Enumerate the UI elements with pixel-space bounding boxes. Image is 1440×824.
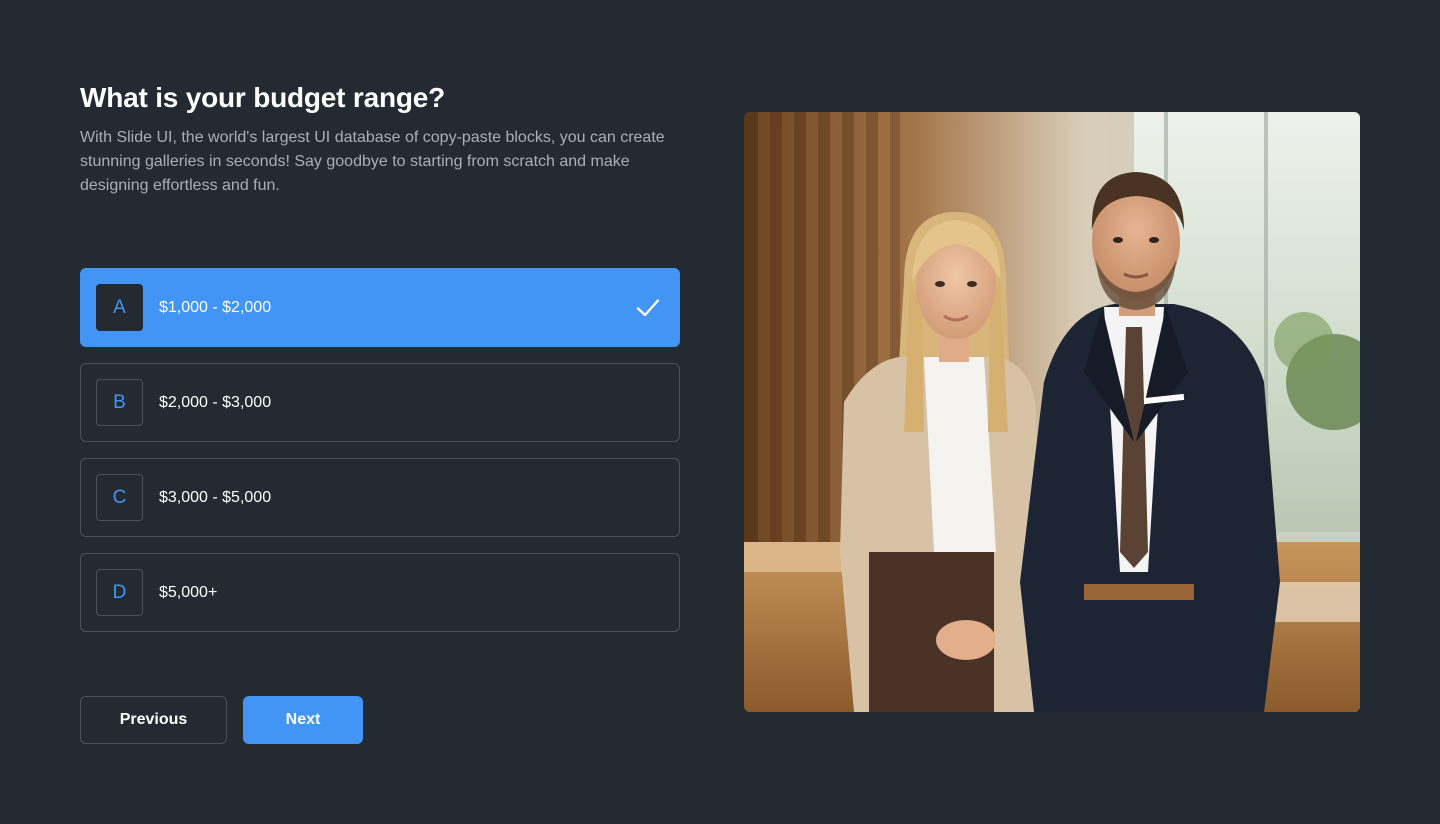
question-title: What is your budget range? bbox=[80, 82, 446, 113]
next-button[interactable]: Next bbox=[243, 696, 363, 744]
options-list: A $1,000 - $2,000 B $2,000 - $3,000 C $3… bbox=[80, 268, 680, 648]
checkmark-icon bbox=[636, 299, 660, 317]
option-letter-badge: B bbox=[96, 379, 143, 426]
option-b[interactable]: B $2,000 - $3,000 bbox=[80, 363, 680, 442]
option-label: $5,000+ bbox=[159, 583, 218, 601]
previous-button[interactable]: Previous bbox=[80, 696, 227, 744]
question-description: With Slide UI, the world's largest UI da… bbox=[80, 129, 665, 194]
option-letter-badge: C bbox=[96, 474, 143, 521]
option-c[interactable]: C $3,000 - $5,000 bbox=[80, 458, 680, 537]
option-label: $3,000 - $5,000 bbox=[159, 488, 272, 506]
option-d[interactable]: D $5,000+ bbox=[80, 553, 680, 632]
option-letter-badge: D bbox=[96, 569, 143, 616]
option-label: $2,000 - $3,000 bbox=[159, 393, 272, 411]
option-letter-badge: A bbox=[96, 284, 143, 331]
business-people-photo bbox=[744, 112, 1360, 712]
question-panel: What is your budget range? With Slide UI… bbox=[80, 80, 680, 744]
option-a[interactable]: A $1,000 - $2,000 bbox=[80, 268, 680, 347]
option-label: $1,000 - $2,000 bbox=[159, 298, 272, 316]
